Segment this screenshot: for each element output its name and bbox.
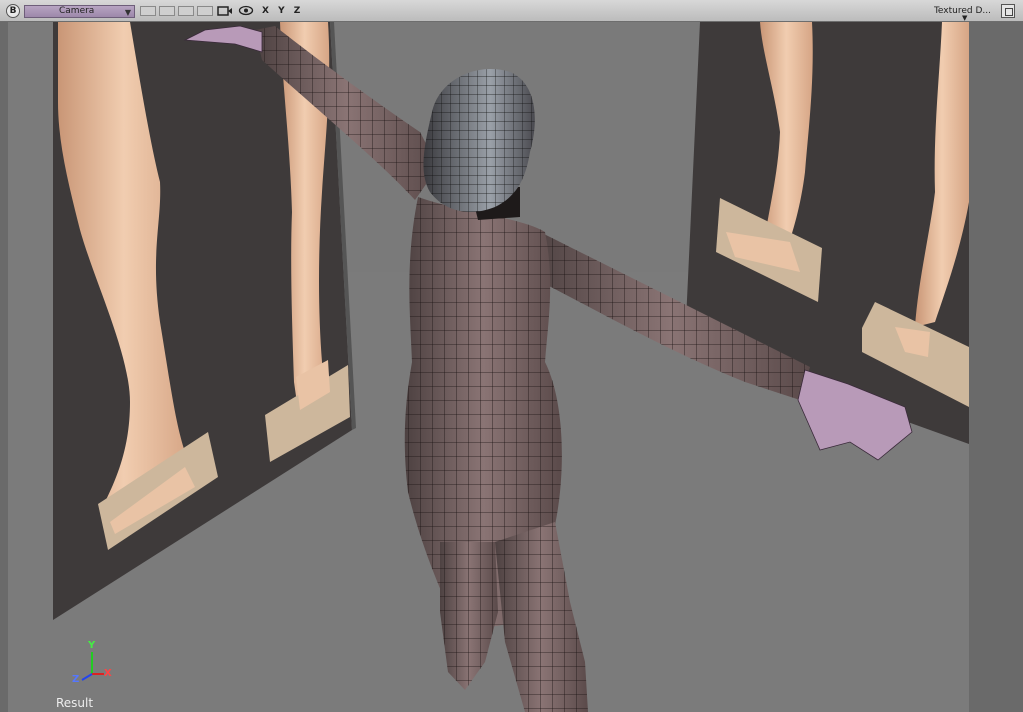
axis-label-x: X xyxy=(104,668,112,679)
camera-select-label: Camera xyxy=(59,6,95,16)
viewport-layout-slots xyxy=(140,6,213,16)
axis-label-z: Z xyxy=(72,674,80,685)
chevron-down-icon: ▼ xyxy=(961,14,968,22)
chevron-down-icon: ▼ xyxy=(124,8,131,17)
viewport-menu-button[interactable]: B xyxy=(6,4,20,18)
3d-viewport[interactable]: Y X Z Result xyxy=(0,22,1023,712)
camera-select[interactable]: Camera ▼ xyxy=(24,5,135,18)
layout-slot-1[interactable] xyxy=(140,6,156,16)
render-mode-select[interactable]: Textured D... ▼ xyxy=(934,6,991,22)
viewport-header: B Camera ▼ X Y Z Textured D... ▼ xyxy=(0,0,1023,22)
scene-render xyxy=(8,22,969,712)
camera-icon[interactable] xyxy=(217,4,233,20)
layout-slot-4[interactable] xyxy=(197,6,213,16)
eye-icon[interactable] xyxy=(238,4,254,20)
maximize-button[interactable] xyxy=(1001,4,1015,18)
orientation-gizmo: Y X Z xyxy=(64,640,124,688)
result-label: Result xyxy=(56,696,94,710)
layout-slot-3[interactable] xyxy=(178,6,194,16)
viewport-window: B Camera ▼ X Y Z Textured D... ▼ Y X Z R… xyxy=(0,0,1023,712)
layout-slot-2[interactable] xyxy=(159,6,175,16)
axis-label-y: Y xyxy=(88,640,96,651)
axes-toggle[interactable]: X Y Z xyxy=(262,6,303,16)
